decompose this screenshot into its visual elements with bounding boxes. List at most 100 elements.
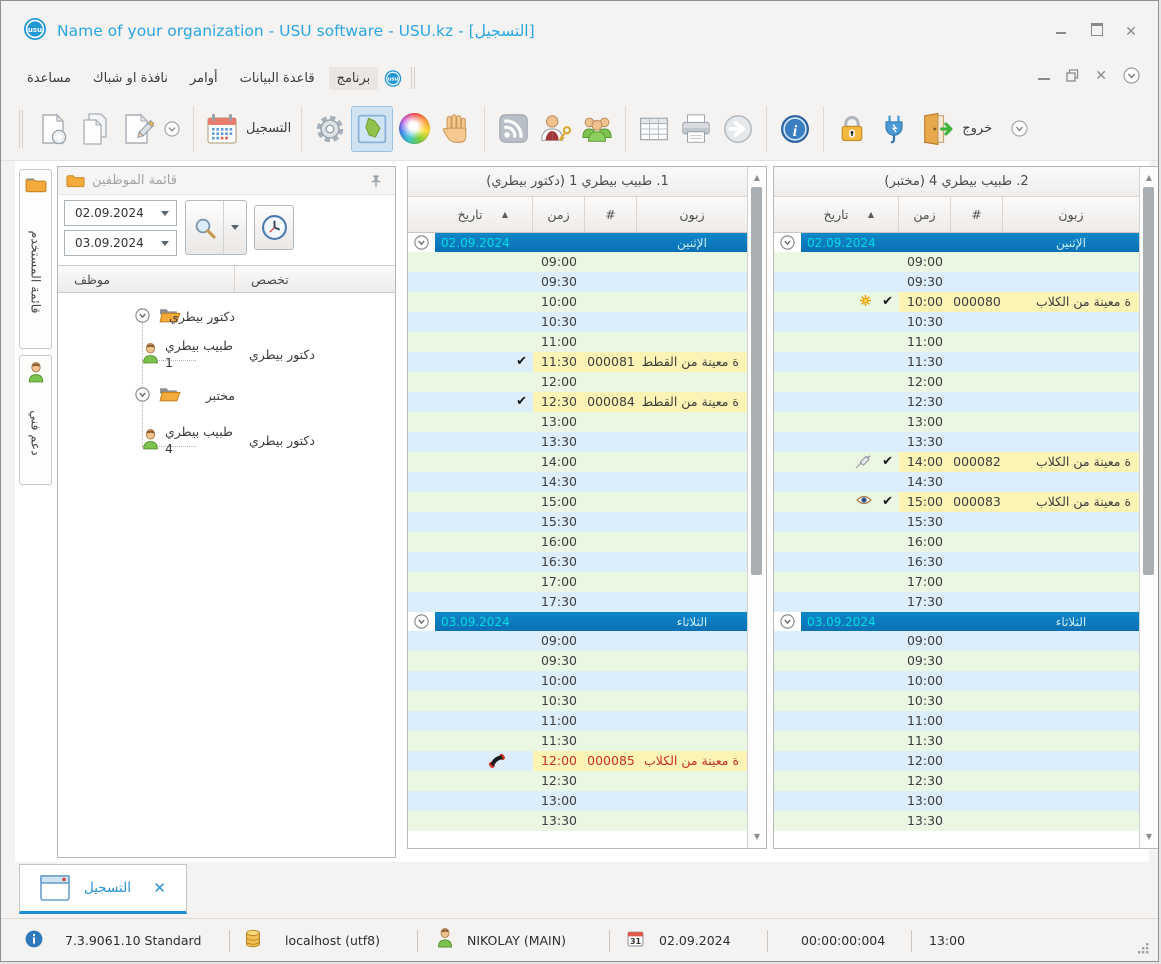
schedule-slot-row[interactable]: 09:00 — [408, 252, 747, 272]
collapse-day-icon[interactable] — [414, 614, 429, 629]
date-from-select[interactable]: 02.09.2024 — [64, 200, 177, 226]
disconnect-plug-button[interactable] — [873, 106, 915, 152]
schedule-slot-row[interactable]: 09:00 — [408, 631, 747, 651]
maximize-button[interactable] — [1086, 23, 1108, 41]
scroll-up-icon[interactable]: ▲ — [748, 169, 766, 185]
schedule-slot-row[interactable]: 09:30 — [408, 272, 747, 292]
column-number[interactable]: # — [585, 197, 637, 232]
color-wheel-button[interactable] — [393, 106, 435, 152]
schedule-slot-row[interactable]: 11:00 — [774, 711, 1139, 731]
schedule-slot-row[interactable]: 13:30 — [408, 432, 747, 452]
column-time[interactable]: زمن — [899, 197, 951, 232]
search-split-button[interactable] — [185, 200, 247, 255]
new-record-button[interactable] — [32, 106, 74, 152]
schedule-scrollbar[interactable]: ▲ ▼ — [1139, 167, 1158, 848]
column-time[interactable]: زمن — [533, 197, 585, 232]
appointment-row[interactable]: ✔ 14:00 000082 ة معينة من الكلاب — [774, 452, 1139, 472]
schedule-slot-row[interactable]: 16:30 — [774, 552, 1139, 572]
schedule-slot-row[interactable]: 17:00 — [774, 572, 1139, 592]
column-number[interactable]: # — [951, 197, 1003, 232]
close-button[interactable]: ✕ — [1120, 23, 1142, 41]
info-button[interactable]: i — [774, 106, 816, 152]
program-menu-icon[interactable]: usu — [384, 67, 402, 90]
settings-gear-button[interactable] — [309, 106, 351, 152]
column-specialty[interactable]: تخصص — [235, 266, 395, 292]
go-forward-button[interactable] — [717, 106, 759, 152]
schedule-slot-row[interactable]: 09:30 — [408, 651, 747, 671]
schedule-slot-row[interactable]: 11:00 — [774, 332, 1139, 352]
schedule-slot-row[interactable]: 09:00 — [774, 631, 1139, 651]
schedule-slot-row[interactable]: 12:30 — [774, 771, 1139, 791]
copy-record-button[interactable] — [74, 106, 116, 152]
schedule-slot-row[interactable]: 10:30 — [774, 691, 1139, 711]
search-button[interactable] — [186, 201, 224, 254]
schedule-slot-row[interactable]: 10:30 — [774, 312, 1139, 332]
sidebar-tab-tech-support[interactable]: دعم فني — [19, 355, 52, 485]
schedule-slot-row[interactable]: 09:30 — [774, 272, 1139, 292]
appointment-row[interactable]: ✔ 15:00 000083 ة معينة من الكلاب — [774, 492, 1139, 512]
scroll-up-icon[interactable]: ▲ — [1140, 169, 1158, 185]
user-access-button[interactable] — [534, 106, 576, 152]
column-date[interactable]: تاريخ ▲ — [408, 197, 533, 232]
table-view-button[interactable] — [633, 106, 675, 152]
collapse-day-icon[interactable] — [780, 235, 795, 250]
appointment-row[interactable]: ✔ 11:30 000081 ة معينة من القطط — [408, 352, 747, 372]
pin-icon[interactable] — [369, 174, 383, 188]
day-group-row[interactable]: 03.09.2024 الثلاثاء — [408, 612, 747, 631]
menu-item-window[interactable]: نافذة او شباك — [85, 67, 176, 90]
menu-item-program[interactable]: برنامج — [328, 66, 379, 90]
scrollbar-thumb[interactable] — [751, 187, 762, 575]
schedule-slot-row[interactable]: 09:30 — [774, 651, 1139, 671]
schedule-slot-row[interactable]: 13:00 — [774, 791, 1139, 811]
collapse-day-icon[interactable] — [414, 235, 429, 250]
mdi-menu-dropdown-icon[interactable] — [1123, 67, 1140, 84]
schedule-slot-row[interactable]: 17:00 — [408, 572, 747, 592]
column-date[interactable]: تاريخ ▲ — [774, 197, 899, 232]
schedule-scrollbar[interactable]: ▲ ▼ — [747, 167, 766, 848]
tree-employee-vet4[interactable]: طبيب بيطري 4 — [165, 423, 233, 457]
schedule-slot-row[interactable]: 11:00 — [408, 711, 747, 731]
schedule-slot-row[interactable]: 13:00 — [774, 412, 1139, 432]
day-group-row[interactable]: 02.09.2024 الإثنين — [774, 233, 1139, 252]
search-options-dropdown[interactable] — [224, 201, 246, 254]
schedule-slot-row[interactable]: 10:30 — [408, 312, 747, 332]
schedule-slot-row[interactable]: 14:30 — [408, 472, 747, 492]
collapse-day-icon[interactable] — [780, 614, 795, 629]
toolbar-overflow-icon[interactable] — [1011, 120, 1028, 137]
minimize-button[interactable] — [1050, 23, 1072, 41]
schedule-slot-row[interactable]: 15:00 — [408, 492, 747, 512]
appointment-row[interactable]: ✔ 12:30 000084 ة معينة من القطط — [408, 392, 747, 412]
hand-button[interactable] — [435, 106, 477, 152]
scroll-down-icon[interactable]: ▼ — [748, 828, 766, 844]
mdi-restore-button[interactable] — [1066, 69, 1079, 82]
schedule-slot-row[interactable]: 15:30 — [774, 512, 1139, 532]
schedule-slot-row[interactable]: 10:30 — [408, 691, 747, 711]
schedule-clock-button[interactable] — [254, 205, 294, 250]
schedule-slot-row[interactable]: 09:00 — [774, 252, 1139, 272]
map-button[interactable] — [351, 105, 394, 152]
scrollbar-thumb[interactable] — [1143, 187, 1154, 575]
schedule-slot-row[interactable]: 14:30 — [774, 472, 1139, 492]
mdi-close-button[interactable]: ✕ — [1095, 69, 1107, 83]
schedule-slot-row[interactable]: 12:30 — [408, 771, 747, 791]
tree-employee-vet1[interactable]: طبيب بيطري 1 — [165, 337, 233, 371]
date-to-select[interactable]: 03.09.2024 — [64, 230, 177, 256]
schedule-slot-row[interactable]: 13:00 — [408, 791, 747, 811]
records-dropdown-icon[interactable] — [164, 120, 180, 137]
schedule-slot-row[interactable]: 10:00 — [408, 671, 747, 691]
schedule-slot-row[interactable]: 12:00 — [774, 751, 1139, 771]
schedule-slot-row[interactable]: 15:30 — [408, 512, 747, 532]
schedule-slot-row[interactable]: 11:30 — [774, 352, 1139, 372]
schedule-slot-row[interactable]: 17:30 — [408, 592, 747, 612]
schedule-slot-row[interactable]: 16:00 — [408, 532, 747, 552]
edit-record-button[interactable] — [116, 106, 158, 152]
schedule-slot-row[interactable]: 16:00 — [774, 532, 1139, 552]
appointment-row[interactable]: 12:00 000085 ة معينة من الكلاب — [408, 751, 747, 771]
schedule-slot-row[interactable]: 13:00 — [408, 412, 747, 432]
register-calendar-button[interactable]: التسجيل — [201, 106, 294, 152]
schedule-slot-row[interactable]: 14:00 — [408, 452, 747, 472]
schedule-slot-row[interactable]: 11:30 — [774, 731, 1139, 751]
day-group-row[interactable]: 03.09.2024 الثلاثاء — [774, 612, 1139, 631]
appointment-row[interactable]: ✔ 10:00 000080 ة معينة من الكلاب — [774, 292, 1139, 312]
tab-register[interactable]: التسجيل ✕ — [19, 864, 187, 914]
